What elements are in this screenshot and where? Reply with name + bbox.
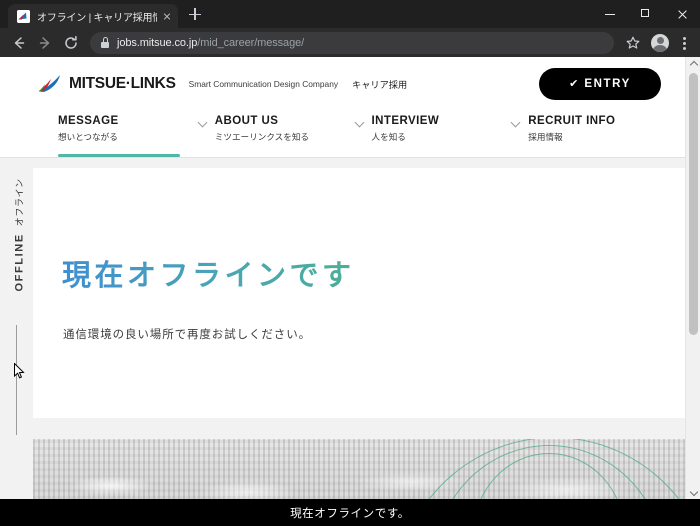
entry-button-label: ENTRY	[584, 78, 631, 90]
nav-item-label-en: ABOUT US	[214, 115, 279, 127]
reload-button[interactable]	[58, 30, 84, 56]
url-text: jobs.mitsue.co.jp/mid_career/message/	[117, 37, 304, 49]
page-lead-text: 通信環境の良い場所で再度お試しください。	[63, 328, 311, 341]
browser-toolbar: jobs.mitsue.co.jp/mid_career/message/	[0, 28, 700, 57]
nav-item-label-ja: ミツエーリンクスを知る	[214, 132, 310, 142]
chevron-down-icon	[356, 119, 365, 128]
bookmark-star-icon[interactable]	[620, 30, 646, 56]
check-icon: ✔	[569, 77, 579, 90]
nav-item-label-en: INTERVIEW	[371, 115, 440, 127]
cityscape-image	[33, 439, 685, 499]
close-window-button[interactable]	[664, 0, 700, 28]
nav-active-indicator	[58, 154, 180, 157]
site-tagline: Smart Communication Design Company	[188, 79, 339, 89]
page-title: 現在オフラインです	[62, 252, 355, 294]
address-bar[interactable]: jobs.mitsue.co.jp/mid_career/message/	[90, 31, 614, 54]
nav-item-label-ja: 採用情報	[528, 132, 563, 142]
content-card: 現在オフラインです 通信環境の良い場所で再度お試しください。	[33, 168, 685, 418]
side-rail-line	[16, 325, 17, 435]
new-tab-button[interactable]	[182, 1, 208, 27]
tab-title: オフライン | キャリア採用情報 | ミツエ	[37, 12, 157, 24]
minimize-button[interactable]	[592, 0, 628, 28]
site-logo[interactable]: MITSUE·LINKS	[38, 74, 176, 94]
nav-item-about-us[interactable]: ABOUT US ミツエーリンクスを知る	[215, 111, 372, 157]
url-path: /mid_career/message/	[197, 36, 305, 49]
mitsue-links-logo-icon	[38, 74, 62, 94]
tab-close-icon[interactable]	[160, 9, 174, 23]
offline-status-text: 現在オフラインです。	[290, 507, 410, 520]
window-controls	[592, 0, 700, 28]
back-button[interactable]	[6, 30, 32, 56]
browser-menu-icon[interactable]	[674, 30, 694, 56]
scroll-down-icon[interactable]	[686, 485, 700, 499]
logo-wordmark: MITSUE·LINKS	[69, 75, 176, 92]
chevron-down-icon	[512, 119, 521, 128]
tab-strip: オフライン | キャリア採用情報 | ミツエ	[0, 0, 208, 28]
forward-button[interactable]	[32, 30, 58, 56]
career-recruit-label: キャリア採用	[352, 80, 408, 90]
side-rail: OFFLINE オフライン	[0, 158, 33, 499]
site-header: MITSUE·LINKS Smart Communication Design …	[0, 57, 685, 111]
url-domain: jobs.mitsue.co.jp	[117, 36, 198, 49]
scrollbar-thumb[interactable]	[689, 73, 698, 335]
page-viewport: MITSUE·LINKS Smart Communication Design …	[0, 57, 700, 499]
entry-button[interactable]: ✔ ENTRY	[539, 68, 661, 100]
nav-item-recruit-info[interactable]: RECRUIT INFO 採用情報	[528, 111, 685, 157]
side-rail-label-ja: オフライン	[14, 178, 25, 227]
offline-status-bar: 現在オフラインです。	[0, 499, 700, 526]
browser-titlebar: オフライン | キャリア採用情報 | ミツエ	[0, 0, 700, 28]
lock-icon	[100, 37, 110, 48]
browser-window: オフライン | キャリア採用情報 | ミツエ	[0, 0, 700, 526]
chevron-down-icon	[199, 119, 208, 128]
side-rail-label: OFFLINE オフライン	[13, 178, 26, 292]
nav-item-label-ja: 想いとつながる	[58, 132, 118, 142]
profile-avatar-icon[interactable]	[651, 33, 669, 52]
nav-item-label-en: RECRUIT INFO	[528, 115, 616, 127]
nav-item-message[interactable]: MESSAGE 想いとつながる	[58, 111, 215, 157]
nav-item-interview[interactable]: INTERVIEW 人を知る	[372, 111, 529, 157]
nav-item-label-en: MESSAGE	[58, 115, 119, 127]
page-body: OFFLINE オフライン 現在オフラインです 通信環境の良い場所で再度お試しくだ…	[0, 158, 685, 499]
site-navigation: MESSAGE 想いとつながる ABOUT US ミツエーリンクスを知る INT…	[0, 111, 685, 157]
page-scrollbar[interactable]	[685, 57, 700, 499]
nav-item-label-ja: 人を知る	[371, 132, 406, 142]
scroll-up-icon[interactable]	[686, 57, 700, 71]
browser-tab[interactable]: オフライン | キャリア採用情報 | ミツエ	[8, 4, 178, 28]
favicon-icon	[17, 9, 30, 23]
maximize-button[interactable]	[628, 0, 664, 28]
web-page: MITSUE·LINKS Smart Communication Design …	[0, 57, 685, 499]
side-rail-label-en: OFFLINE	[13, 233, 26, 292]
